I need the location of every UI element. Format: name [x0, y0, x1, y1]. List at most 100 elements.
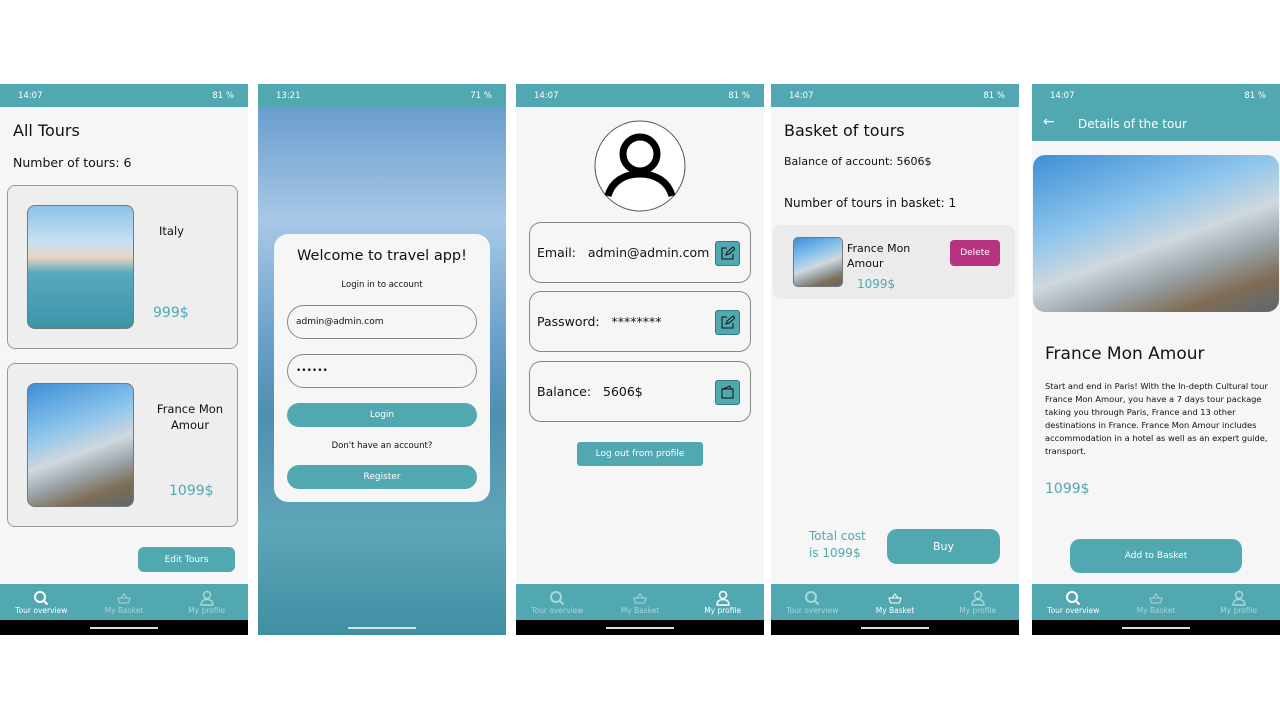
- nav-label: Tour overview: [531, 605, 584, 615]
- nav-my-profile[interactable]: My profile: [681, 584, 764, 620]
- back-arrow-icon[interactable]: ←: [1043, 114, 1055, 130]
- field-label: Email:: [537, 245, 576, 260]
- basket-count: Number of tours in basket: 1: [784, 196, 957, 210]
- field-label: Balance:: [537, 384, 592, 399]
- basket-item: France Mon Amour 1099$ Delete: [773, 225, 1015, 299]
- field-label: Password:: [537, 314, 600, 329]
- account-balance: Balance of account: 5606$: [784, 155, 932, 168]
- person-icon: [715, 590, 730, 606]
- tour-name: France Mon Amour: [1045, 344, 1205, 364]
- nav-label: My profile: [959, 605, 997, 615]
- delete-button[interactable]: Delete: [950, 240, 1000, 266]
- app-bar: ← Details of the tour: [1032, 107, 1280, 141]
- nav-my-profile[interactable]: My profile: [1197, 584, 1280, 620]
- battery-level: 81 %: [983, 90, 1005, 101]
- wallet-button[interactable]: [715, 380, 740, 405]
- nav-tour-overview[interactable]: Tour overview: [1032, 584, 1115, 620]
- bottom-nav: Tour overview My Basket My profile: [0, 584, 248, 620]
- search-icon: [1066, 590, 1081, 605]
- nav-my-profile[interactable]: My profile: [165, 584, 248, 620]
- screen-login: 13:21 71 % Welcome to travel app! Login i…: [258, 84, 506, 635]
- nav-my-basket[interactable]: My Basket: [599, 584, 682, 620]
- status-bar: 13:21 71 %: [258, 84, 506, 107]
- battery-level: 81 %: [1244, 90, 1266, 101]
- tour-name: Italy: [159, 224, 184, 238]
- home-indicator: [1032, 620, 1280, 635]
- buy-button[interactable]: Buy: [887, 529, 1000, 564]
- field-value: admin@admin.com: [587, 245, 710, 260]
- tour-image: [793, 237, 843, 287]
- nav-label: My profile: [188, 605, 226, 615]
- tour-price: 999$: [153, 305, 189, 321]
- basket-icon: [1149, 592, 1163, 603]
- nav-tour-overview[interactable]: Tour overview: [516, 584, 599, 620]
- page-title: All Tours: [13, 121, 80, 140]
- status-time: 14:07: [789, 90, 814, 101]
- app-bar-title: Details of the tour: [1078, 117, 1187, 131]
- tour-card-italy[interactable]: Italy 999$: [7, 185, 238, 349]
- status-time: 14:07: [534, 90, 559, 101]
- home-indicator: [771, 620, 1019, 635]
- status-bar: 14:07 81 %: [771, 84, 1019, 107]
- tour-description: Start and end in Paris! With the In-dept…: [1045, 381, 1268, 456]
- tour-image: [27, 383, 134, 507]
- screen-all-tours: 14:07 81 % All Tours Number of tours: 6 I…: [0, 84, 248, 635]
- screen-profile: 14:07 81 % Email: admin@admin.com Passwor…: [516, 84, 764, 635]
- person-icon: [1231, 590, 1246, 606]
- tour-card-france[interactable]: France Mon Amour 1099$: [7, 363, 238, 527]
- tour-price: 1099$: [857, 277, 896, 291]
- nav-my-profile[interactable]: My profile: [936, 584, 1019, 620]
- nav-label: Tour overview: [15, 605, 68, 615]
- balance-field: Balance: 5606$: [529, 361, 751, 422]
- nav-label: Tour overview: [1047, 605, 1100, 615]
- logout-button[interactable]: Log out from profile: [577, 442, 703, 466]
- nav-my-basket[interactable]: My Basket: [83, 584, 166, 620]
- nav-label: Tour overview: [786, 605, 839, 615]
- basket-icon: [888, 592, 902, 603]
- edit-tours-button[interactable]: Edit Tours: [138, 547, 235, 572]
- status-time: 13:21: [276, 90, 301, 101]
- total-cost: Total cost is 1099$: [809, 529, 866, 560]
- nav-label: My Basket: [1136, 605, 1176, 615]
- tour-name: France Mon Amour: [847, 242, 911, 270]
- login-subtitle: Login in to account: [341, 280, 423, 290]
- nav-my-basket[interactable]: My Basket: [1115, 584, 1198, 620]
- email-field: Email: admin@admin.com: [529, 222, 751, 283]
- search-icon: [34, 590, 49, 605]
- tour-image: [27, 205, 134, 329]
- edit-password-button[interactable]: [715, 310, 740, 335]
- bottom-nav: Tour overview My Basket My profile: [1032, 584, 1280, 620]
- screen-basket: 14:07 81 % Basket of tours Balance of acc…: [771, 84, 1019, 635]
- nav-label: My profile: [704, 605, 742, 615]
- password-field: Password: ********: [529, 291, 751, 352]
- search-icon: [550, 590, 565, 605]
- add-to-basket-button[interactable]: Add to Basket: [1070, 539, 1242, 573]
- search-icon: [805, 590, 820, 605]
- nav-tour-overview[interactable]: Tour overview: [771, 584, 854, 620]
- status-time: 14:07: [1050, 90, 1075, 101]
- battery-level: 71 %: [470, 90, 492, 101]
- field-value: 5606$: [603, 384, 643, 399]
- person-icon: [199, 590, 214, 606]
- email-input[interactable]: admin@admin.com: [287, 305, 477, 339]
- login-title: Welcome to travel app!: [297, 248, 467, 264]
- battery-level: 81 %: [728, 90, 750, 101]
- screen-details: 14:07 81 % ← Details of the tour France M…: [1032, 84, 1280, 635]
- login-button[interactable]: Login: [287, 403, 477, 427]
- nav-label: My Basket: [620, 605, 660, 615]
- tour-price: 1099$: [1045, 481, 1090, 497]
- person-icon: [970, 590, 985, 606]
- tour-price: 1099$: [169, 483, 214, 499]
- register-button[interactable]: Register: [287, 465, 477, 489]
- password-input[interactable]: ••••••: [287, 354, 477, 388]
- status-bar: 14:07 81 %: [516, 84, 764, 107]
- bottom-nav: Tour overview My Basket My profile: [516, 584, 764, 620]
- tour-count: Number of tours: 6: [13, 155, 132, 170]
- nav-tour-overview[interactable]: Tour overview: [0, 584, 83, 620]
- nav-label: My profile: [1220, 605, 1258, 615]
- no-account-text: Don't have an account?: [331, 441, 433, 451]
- edit-email-button[interactable]: [715, 241, 740, 266]
- edit-icon: [721, 315, 735, 329]
- nav-my-basket[interactable]: My Basket: [854, 584, 937, 620]
- avatar-icon: [594, 120, 686, 212]
